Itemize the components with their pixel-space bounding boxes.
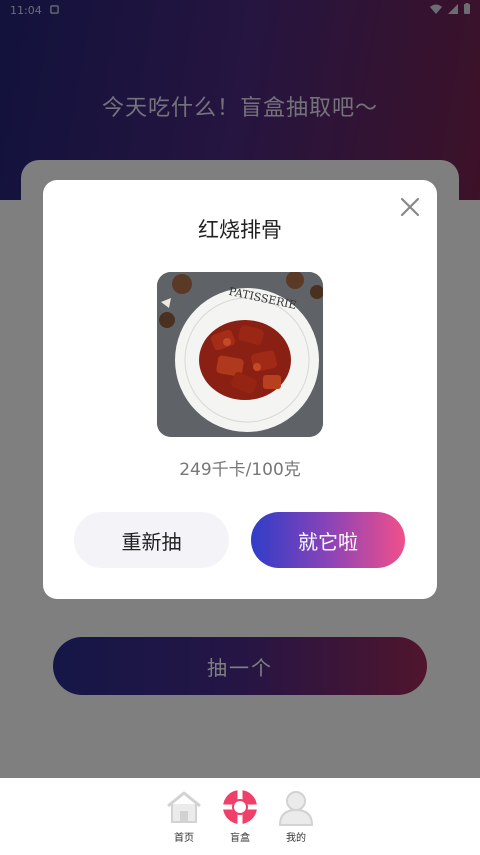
tab-mine-label: 我的	[286, 833, 306, 844]
dish-photo: PATISSERIE	[157, 272, 323, 437]
home-icon	[165, 788, 203, 826]
user-icon	[277, 788, 315, 826]
tab-blind-box[interactable]: 盲盒	[217, 788, 263, 855]
dish-name: 红烧排骨	[198, 218, 282, 242]
lifebuoy-icon	[221, 788, 259, 826]
tab-blind-box-label: 盲盒	[230, 833, 250, 844]
redraw-button[interactable]: 重新抽	[74, 512, 229, 568]
tab-home-label: 首页	[174, 833, 194, 844]
bottom-tab-bar: 首页 盲盒 我的	[0, 778, 480, 855]
tab-home[interactable]: 首页	[161, 788, 207, 855]
confirm-button[interactable]: 就它啦	[251, 512, 405, 568]
calories-text: 249千卡/100克	[179, 460, 301, 480]
tab-mine[interactable]: 我的	[273, 788, 319, 855]
result-dialog: 红烧排骨 PATISSERIE 249千卡/100克 重新抽 就它啦	[43, 180, 437, 599]
